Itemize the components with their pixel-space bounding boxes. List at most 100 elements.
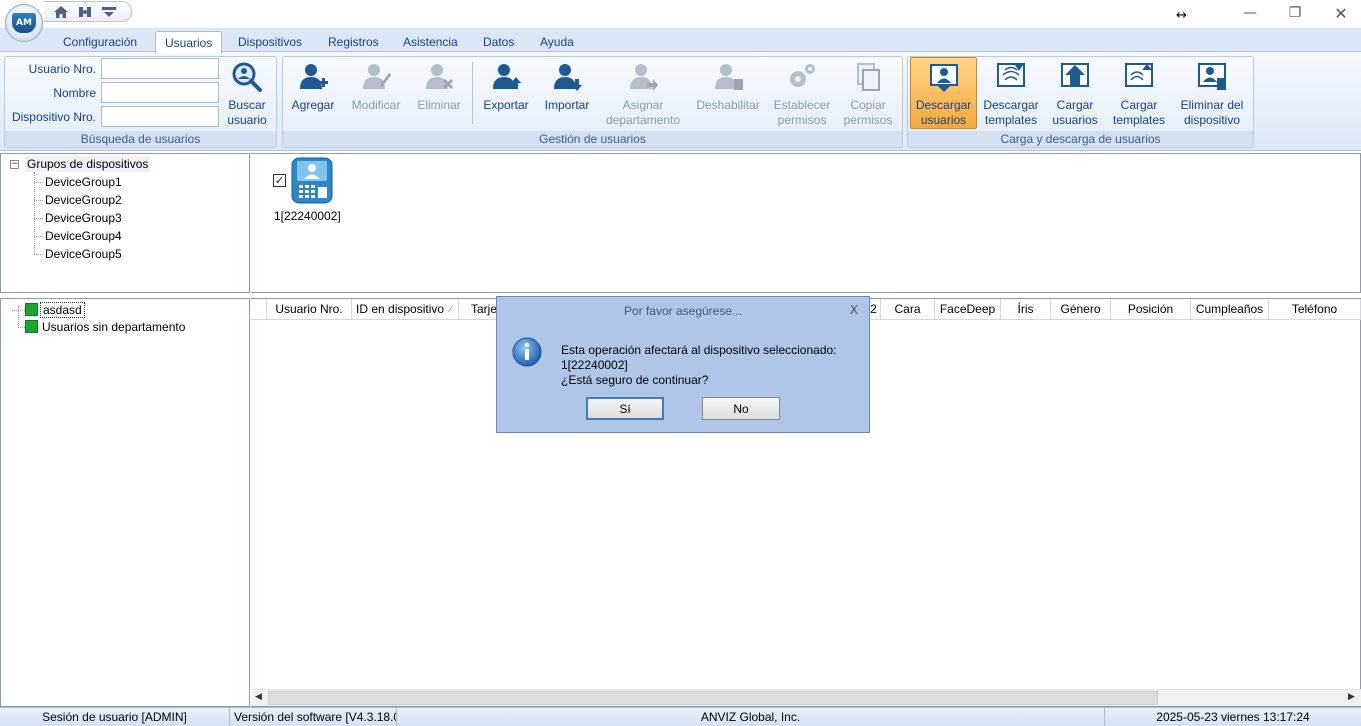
scrollbar-thumb[interactable] [268,691,1158,705]
assign-department-button[interactable]: Asignar departamento [602,60,684,128]
import-label: Importar [544,98,590,112]
anviz-shield-icon: AM [12,13,36,33]
device-number-input[interactable] [101,106,219,127]
export-label: Exportar [483,98,529,112]
tree-line [34,218,43,219]
device-label[interactable]: 1[22240002] [274,209,341,223]
upload-users-icon [1058,60,1092,94]
device-group-4[interactable]: DeviceGroup4 [45,229,122,243]
delete-from-device-line2: dispositivo [1183,113,1241,127]
upload-templates-icon [1122,60,1156,94]
download-users-button[interactable]: Descargar usuarios [910,57,977,129]
device-number-label: Dispositivo Nro. [11,110,96,124]
assign-department-line2: departamento [605,113,681,127]
department-item-no-dept[interactable]: Usuarios sin departamento [42,320,185,334]
department-item-asdasd[interactable]: asdasd [40,302,85,318]
column-face[interactable]: Cara [881,299,935,320]
column-device-id[interactable]: ID en dispositivo ⁄ [352,299,459,320]
add-user-label: Agregar [291,98,335,112]
copy-document-icon [851,60,885,94]
disable-user-label: Deshabilitar [696,98,760,112]
column-card[interactable]: Tarje [459,299,499,320]
search-user-line2: usuario [227,113,267,127]
column-facedeep[interactable]: FaceDeep [935,299,1001,320]
column-position[interactable]: Posición [1111,299,1191,320]
user-number-label: Usuario Nro. [28,62,96,76]
dialog-message-line1: Esta operación afectará al dispositivo s… [561,343,837,357]
user-number-input[interactable] [101,58,219,79]
device-group-1[interactable]: DeviceGroup1 [45,175,122,189]
manage-group-title: Gestión de usuarios [283,131,902,147]
search-group-title: Búsqueda de usuarios [5,131,276,147]
minimize-button[interactable]: — [1227,0,1273,26]
download-users-line2: usuarios [920,113,967,127]
transfer-group-title: Carga y descarga de usuarios [908,131,1253,147]
scroll-left-icon[interactable]: ◀ [255,692,262,702]
home-icon[interactable] [52,4,70,20]
assign-department-icon [626,60,660,94]
restore-button[interactable]: ❐ [1272,0,1318,26]
status-company: ANVIZ Global, Inc. [397,708,1105,726]
import-user-icon [550,60,584,94]
tree-line [18,327,25,328]
tab-usuarios[interactable]: Usuarios [155,31,223,54]
export-button[interactable]: Exportar [480,60,532,113]
tree-line [34,254,43,255]
column-birthday[interactable]: Cumpleaños [1191,299,1269,320]
department-color-icon [25,320,38,333]
column-iris[interactable]: Íris [1001,299,1051,320]
add-user-button[interactable]: Agregar [286,60,340,113]
device-group-3[interactable]: DeviceGroup3 [45,211,122,225]
search-user-button[interactable]: Buscar usuario [224,60,270,128]
import-button[interactable]: Importar [540,60,594,113]
modify-user-button[interactable]: Modificar [347,60,405,113]
column-gender[interactable]: Género [1051,299,1111,320]
column-user-number[interactable]: Usuario Nro. [267,299,352,320]
device-terminal-icon[interactable] [291,157,333,204]
name-label: Nombre [53,86,96,100]
tab-datos[interactable]: Datos [474,31,523,53]
confirm-dialog: Por favor asegúrese... X Esta operación … [496,296,870,433]
delete-from-device-button[interactable]: Eliminar del dispositivo [1176,60,1248,128]
gears-icon [785,60,819,94]
disable-user-button[interactable]: Deshabilitar [693,60,763,113]
tab-configuracion[interactable]: Configuración [54,31,146,53]
tab-ayuda[interactable]: Ayuda [531,31,583,53]
name-input[interactable] [101,82,219,103]
add-user-icon [296,60,330,94]
app-logo[interactable]: AM [5,4,43,42]
info-icon [512,337,542,367]
tab-dispositivos[interactable]: Dispositivos [229,31,311,53]
scroll-right-icon[interactable]: ▶ [1348,692,1355,702]
device-group-2[interactable]: DeviceGroup2 [45,193,122,207]
device-group-5[interactable]: DeviceGroup5 [45,247,122,261]
status-session: Sesión de usuario [ADMIN] [0,708,230,726]
dialog-message-line3: ¿Está seguro de continuar? [561,373,709,387]
column-phone[interactable]: Teléfono [1269,299,1361,320]
copy-permissions-line2: permisos [843,113,893,127]
minimize-icon: — [1243,5,1257,21]
tab-asistencia[interactable]: Asistencia [394,31,467,53]
copy-permissions-button[interactable]: Copiar permisos [840,60,896,128]
tree-line [34,200,43,201]
delete-user-button[interactable]: Eliminar [413,60,465,113]
upload-templates-button[interactable]: Cargar templates [1110,60,1168,128]
tree-line [12,310,25,311]
tab-registros[interactable]: Registros [319,31,388,53]
download-icon[interactable] [100,4,118,20]
users-icon[interactable] [76,4,94,20]
dialog-close-button[interactable]: X [847,303,861,317]
device-checkbox[interactable]: ✓ [273,174,286,187]
yes-button[interactable]: Sí [586,397,664,420]
status-bar: Sesión de usuario [ADMIN] Versión del so… [0,707,1361,726]
device-groups-root[interactable]: Grupos de dispositivos [25,156,151,172]
horizontal-scrollbar[interactable]: ◀ ▶ [252,689,1361,706]
no-button[interactable]: No [702,397,780,420]
close-button[interactable]: ✕ [1318,0,1361,26]
download-templates-button[interactable]: Descargar templates [981,60,1041,128]
dialog-message-line2: 1[22240002] [561,358,628,372]
set-permissions-button[interactable]: Establecer permisos [771,60,833,128]
status-version: Versión del software [V4.3.18.0 [230,708,397,726]
upload-users-button[interactable]: Cargar usuarios [1048,60,1102,128]
collapse-icon[interactable]: − [10,160,19,169]
